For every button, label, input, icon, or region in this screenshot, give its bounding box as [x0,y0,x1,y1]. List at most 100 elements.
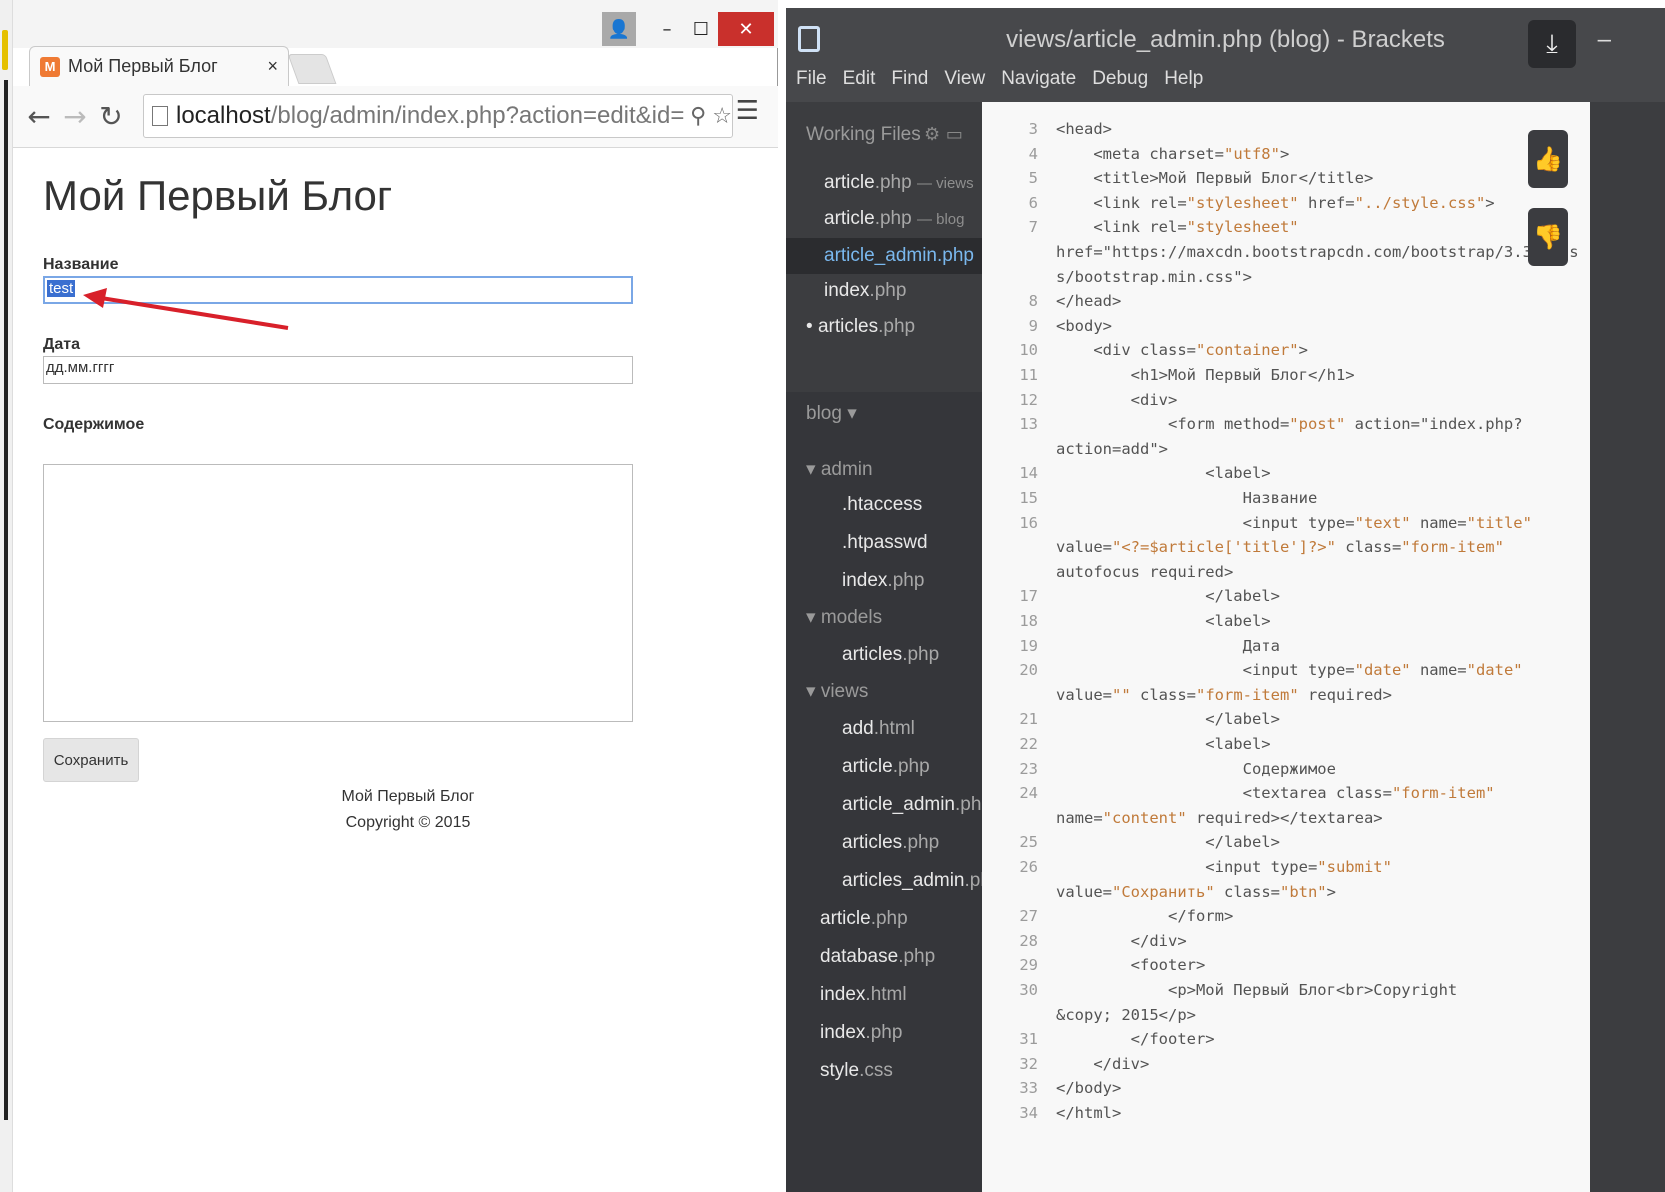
screen: 👤 – ☐ ✕ M Мой Первый Блог × ← → ↻ localh… [0,0,1665,1192]
brackets-logo-icon [798,26,820,52]
file-models-articles[interactable]: articles.php [842,644,939,666]
file-views-article[interactable]: article.php [842,756,930,778]
browser-toolbar: ← → ↻ localhost/blog/admin/index.php?act… [13,86,778,148]
code-line: </footer> [1056,1030,1215,1049]
file-root-style[interactable]: style.css [820,1060,893,1082]
line-number: 20 [1019,661,1038,680]
line-number: 23 [1019,759,1038,778]
profile-icon[interactable]: 👤 [602,12,636,46]
file-admin-index[interactable]: index.php [842,570,924,592]
url-host: localhost [176,102,271,129]
working-file-articles[interactable]: • articles.php [806,316,915,338]
line-number: 6 [1028,193,1038,212]
menu-debug[interactable]: Debug [1092,68,1148,90]
menu-find[interactable]: Find [891,68,928,90]
file-htaccess[interactable]: .htaccess [842,494,922,516]
footer-title: Мой Первый Блог [341,788,475,805]
minimize-button[interactable]: – [650,12,684,46]
line-number: 25 [1019,833,1038,852]
line-number: 3 [1028,120,1038,138]
tab-close-icon[interactable]: × [267,56,278,77]
thumbs-down-icon[interactable]: 👎 [1528,208,1568,266]
code-line: <footer> [1056,956,1206,975]
code-editor[interactable]: 3 <head> 4 <meta charset="utf8"> 5 <title>М… [982,102,1590,1192]
line-number: 29 [1019,956,1038,975]
file-root-database[interactable]: database.php [820,946,935,968]
date-label: Дата [43,336,81,353]
line-number: 11 [1019,366,1038,384]
file-views-article-admin[interactable]: article_admin.php [842,794,992,816]
browser-tab[interactable]: M Мой Первый Блог × [29,46,289,86]
back-arrow-icon[interactable]: ← [21,100,57,133]
new-tab-button[interactable] [287,54,337,84]
file-htpasswd[interactable]: .htpasswd [842,532,928,554]
code-line: href="https://maxcdn.bootstrapcdn.com/bo… [1056,243,1579,261]
forward-arrow-icon[interactable]: → [57,100,93,133]
line-number: 14 [1019,464,1038,483]
favicon-icon: M [40,56,60,77]
reload-icon[interactable]: ↻ [93,100,129,133]
file-sidebar: Working Files ⚙ ▭ article.php — views ar… [786,102,992,1192]
content-textarea[interactable] [43,464,633,722]
code-line: value="<?=$article['title']?>" class="fo… [1056,538,1504,557]
window-controls: 👤 – ☐ ✕ [602,12,774,46]
maximize-button[interactable]: ☐ [684,12,718,46]
file-views-articles[interactable]: articles.php [842,832,939,854]
line-number: 15 [1019,489,1038,507]
code-line: autofocus required> [1056,562,1234,581]
code-line: <label> [1056,735,1271,753]
line-number: 21 [1019,710,1038,729]
menu-edit[interactable]: Edit [843,68,876,90]
thumbs-up-icon[interactable]: 👍 [1528,130,1568,188]
code-line: &copy; 2015</p> [1056,1005,1196,1024]
menu-navigate[interactable]: Navigate [1001,68,1076,90]
close-window-button[interactable]: ✕ [718,12,774,46]
working-file-article-blog[interactable]: article.php — blog [824,208,964,230]
line-number: 26 [1019,858,1038,876]
working-file-index[interactable]: index.php [824,280,906,302]
working-file-article-admin[interactable]: article_admin.php [786,238,982,274]
file-views-articles-admin[interactable]: articles_admin.php [842,870,982,892]
line-number: 34 [1019,1104,1038,1122]
save-button[interactable]: Сохранить [43,738,139,782]
code-line: s/bootstrap.min.css"> [1056,267,1252,286]
url-text[interactable]: localhost/blog/admin/index.php?action=ed… [176,102,684,130]
edge-line [4,80,8,1120]
code-line: <textarea class="form-item" [1056,784,1495,803]
code-line: <head> [1056,120,1112,138]
file-views-add[interactable]: add.html [842,718,915,740]
working-file-article-views[interactable]: article.php — views [824,172,974,194]
menu-help[interactable]: Help [1164,68,1203,90]
folder-models[interactable]: ▾ models [806,606,882,629]
line-number: 22 [1019,735,1038,753]
tab-title: Мой Первый Блог [68,56,218,76]
file-root-article[interactable]: article.php [820,908,908,930]
line-number: 28 [1019,931,1038,950]
menu-view[interactable]: View [944,68,985,90]
project-dropdown[interactable]: blog ▾ [806,402,857,425]
address-bar[interactable]: localhost/blog/admin/index.php?action=ed… [143,94,733,138]
editor-minimize-button[interactable]: – [1598,26,1611,54]
date-input[interactable]: дд.мм.гггг [43,356,633,384]
code-line: value="Сохранить" class="btn"> [1056,882,1336,901]
line-number: 5 [1028,169,1038,188]
file-root-index-php[interactable]: index.php [820,1022,902,1044]
menu-file[interactable]: File [796,68,827,90]
bookmark-star-icon[interactable]: ☆ [712,104,732,129]
file-root-index-html[interactable]: index.html [820,984,907,1006]
download-icon[interactable]: ⤓ [1528,20,1576,68]
page-icon [152,106,168,126]
code-line: <div class="container"> [1056,341,1308,360]
line-number: 17 [1019,587,1038,606]
zoom-icon[interactable]: ⚲ [690,104,706,129]
browser-window: 👤 – ☐ ✕ M Мой Первый Блог × ← → ↻ localh… [13,0,778,1192]
code-line: <h1>Мой Первый Блог</h1> [1056,366,1355,384]
code-line: value="" class="form-item" required> [1056,685,1392,704]
code-line: <input type="submit" [1056,858,1392,876]
folder-views[interactable]: ▾ views [806,680,868,703]
code-line: <link rel="stylesheet" href="../style.cs… [1056,193,1495,212]
chrome-menu-icon[interactable]: ☰ [736,96,759,126]
working-files-settings-icon[interactable]: ⚙ ▭ [924,124,963,145]
code-line: <body> [1056,316,1112,335]
folder-admin[interactable]: ▾ admin [806,458,873,481]
